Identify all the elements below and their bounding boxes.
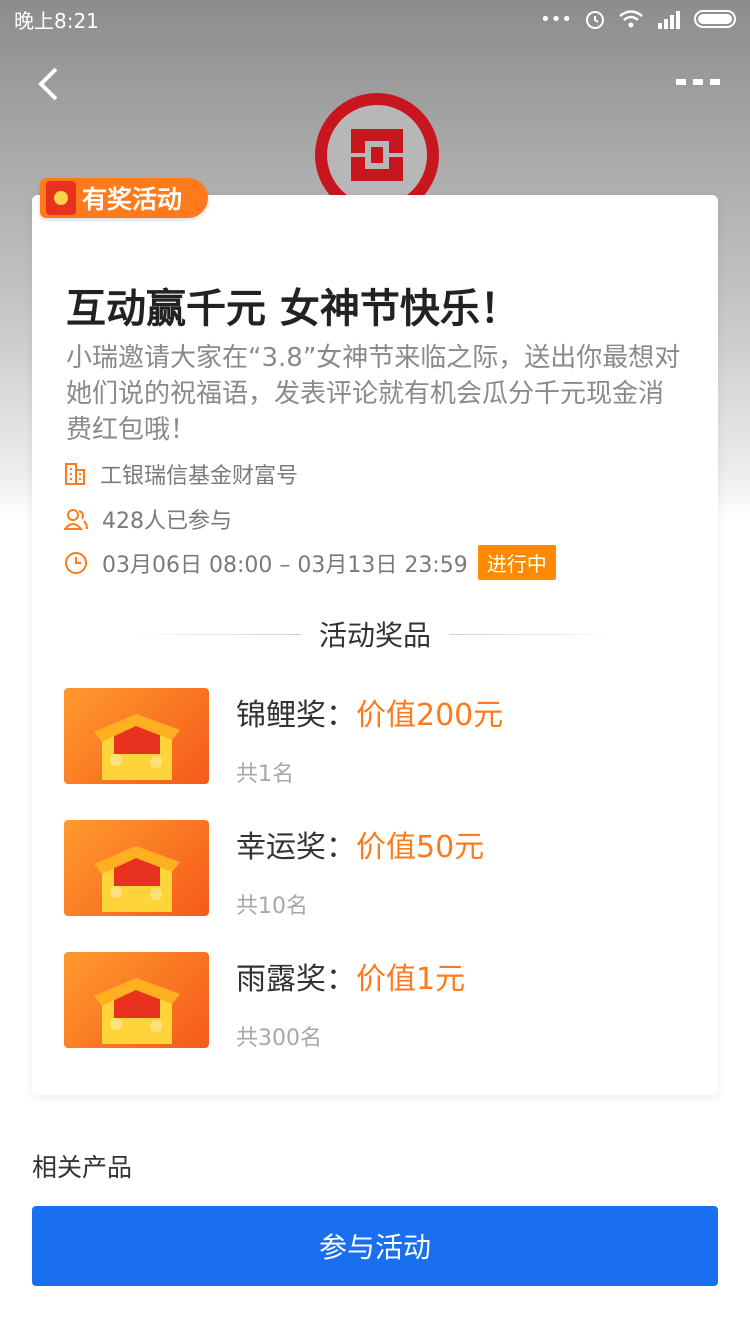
related-products-title: 相关产品 [32, 1153, 133, 1182]
prize-name: 锦鲤奖： [236, 698, 356, 733]
prize-item: 幸运奖：价值50元 共10名 [64, 820, 664, 920]
organizer-row: 工银瑞信基金财富号 [64, 458, 298, 490]
prize-count: 共10名 [236, 894, 308, 919]
promo-tag: 有奖活动 [40, 178, 208, 218]
battery-icon [694, 10, 736, 28]
prize-value: 价值1元 [356, 962, 466, 997]
prize-item: 锦鲤奖：价值200元 共1名 [64, 688, 664, 788]
participants-count: 428人已参与 [102, 509, 232, 534]
activity-title: 互动赢千元 女神节快乐！ [66, 286, 520, 332]
more-icon [676, 79, 686, 85]
prizes-heading: 活动奖品 [130, 612, 621, 656]
red-envelope-icon [46, 181, 76, 215]
join-activity-button[interactable]: 参与活动 [32, 1206, 718, 1286]
participants-row: 428人已参与 [64, 503, 232, 535]
clock-icon [65, 551, 87, 574]
prizes-heading-text: 活动奖品 [319, 619, 432, 652]
gift-box-icon [64, 688, 209, 784]
more-button[interactable] [676, 72, 720, 92]
prize-count: 共1名 [236, 762, 294, 787]
time-range: 03月06日 08:00 – 03月13日 23:59 [102, 552, 468, 578]
back-button[interactable] [28, 62, 68, 106]
activity-description: 小瑞邀请大家在“3.8”女神节来临之际，送出你最想对她们说的祝福语，发表评论就有… [66, 343, 681, 445]
status-badge: 进行中 [477, 545, 556, 580]
prize-value: 价值200元 [356, 698, 504, 733]
prize-item: 雨露奖：价值1元 共300名 [64, 952, 664, 1052]
prize-value: 价值50元 [356, 830, 485, 865]
building-icon [65, 463, 85, 485]
organizer-name: 工银瑞信基金财富号 [100, 464, 299, 489]
chevron-left-icon [38, 67, 58, 101]
status-icons: ••• [540, 8, 736, 30]
prize-count: 共300名 [236, 1026, 322, 1051]
alarm-icon [586, 11, 604, 29]
users-icon [64, 509, 88, 530]
status-time: 晚上8:21 [14, 8, 99, 33]
signal-icon [658, 11, 680, 29]
time-row: 03月06日 08:00 – 03月13日 23:59 进行中 [64, 545, 556, 580]
prize-name: 雨露奖： [236, 962, 356, 997]
gift-box-icon [64, 952, 209, 1048]
gift-box-icon [64, 820, 209, 916]
more-dots: ••• [540, 8, 572, 30]
status-bar: 晚上8:21 ••• [0, 0, 750, 38]
promo-label: 有奖活动 [82, 185, 183, 214]
prize-name: 幸运奖： [236, 830, 356, 865]
wifi-icon [619, 10, 643, 28]
